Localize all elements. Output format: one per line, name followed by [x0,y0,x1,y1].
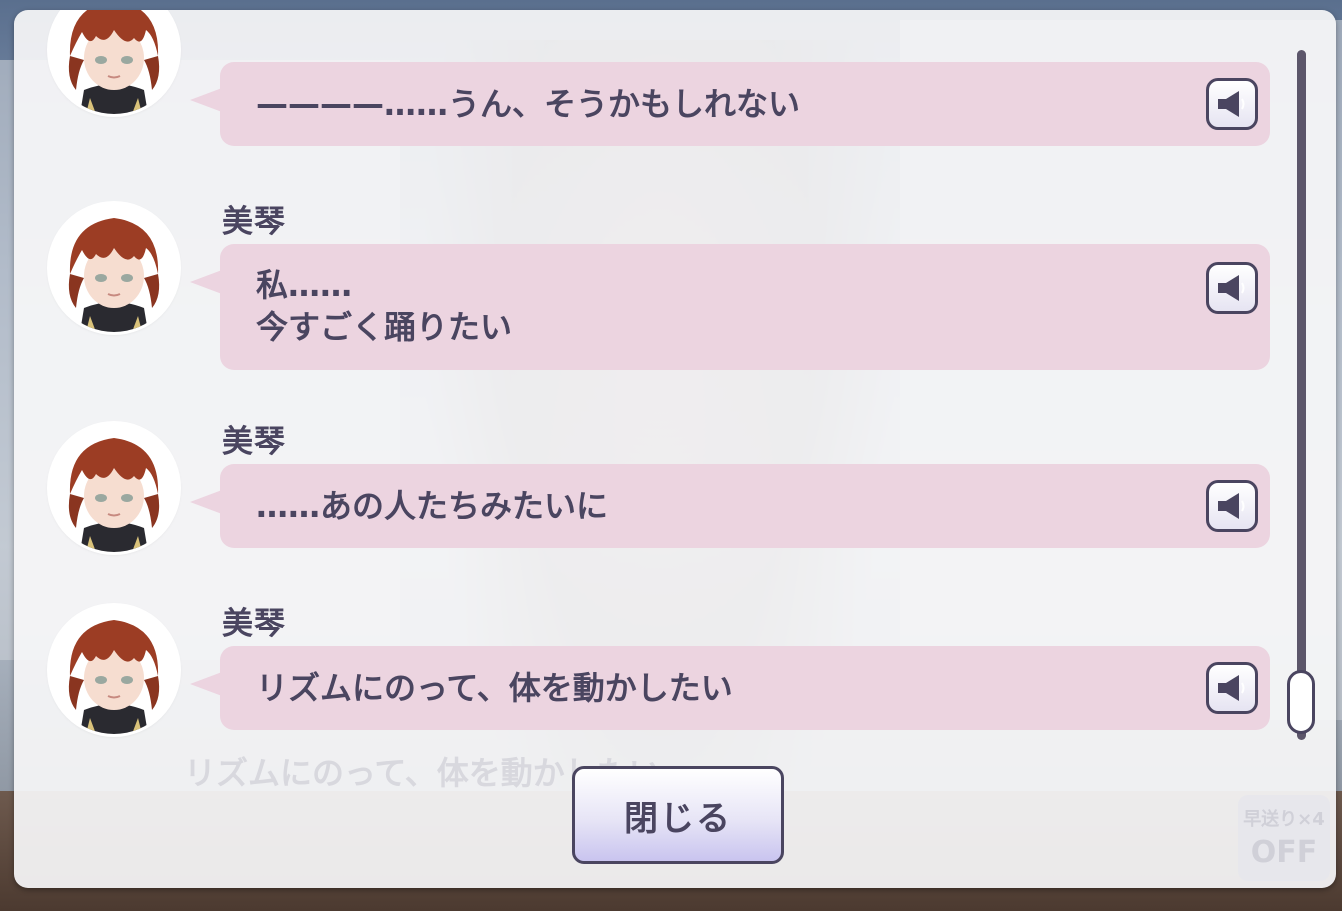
message-text: ……あの人たちみたいに [256,487,609,525]
message-text: リズムにのって、体を動かしたい [256,669,733,707]
speaker-name: 美琴 [222,606,286,642]
message-bubble: ……あの人たちみたいに [190,464,1270,548]
close-button[interactable]: 閉じる [572,766,784,864]
speaker-icon [1217,90,1245,118]
voice-replay-button[interactable] [1206,262,1258,314]
fast-forward-value: OFF [1250,835,1318,870]
character-portrait-icon [50,424,178,552]
message-bubble: 私…… 今すごく踊りたい [190,244,1270,370]
character-portrait-icon [50,10,178,114]
message-text: 私…… 今すごく踊りたい [256,266,513,346]
speaker-icon [1217,492,1245,520]
message-bubble: リズムにのって、体を動かしたい [190,646,1270,730]
character-portrait-icon [50,606,178,734]
message-text: ————……うん、そうかもしれない [256,85,801,123]
avatar [50,204,178,332]
log-entry: 美琴 私…… 今すごく踊りたい [50,196,1280,386]
backlog-dialog: リズムにのって、体を動かしたい 早送り×4 OFF ————……うん、そうかもし… [14,10,1336,888]
avatar [50,424,178,552]
scrollbar-thumb[interactable] [1287,670,1315,734]
speaker-name: 美琴 [222,424,286,460]
character-portrait-icon [50,204,178,332]
backlog-list[interactable]: ————……うん、そうかもしれない 美琴 私…… 今すごく踊りたい 美琴 ……あ… [14,10,1304,755]
fast-forward-toggle: 早送り×4 OFF [1238,795,1330,881]
speaker-name: 美琴 [222,204,286,240]
avatar [50,10,178,114]
avatar [50,606,178,734]
log-entry: 美琴 リズムにのって、体を動かしたい [50,598,1280,748]
log-entry: 美琴 ……あの人たちみたいに [50,416,1280,566]
message-bubble: ————……うん、そうかもしれない [190,62,1270,146]
fast-forward-label: 早送り×4 [1243,809,1325,830]
speaker-icon [1217,674,1245,702]
scrollbar-track[interactable] [1297,50,1306,740]
voice-replay-button[interactable] [1206,662,1258,714]
voice-replay-button[interactable] [1206,480,1258,532]
voice-replay-button[interactable] [1206,78,1258,130]
speaker-icon [1217,274,1245,302]
log-entry: ————……うん、そうかもしれない [50,10,1280,160]
